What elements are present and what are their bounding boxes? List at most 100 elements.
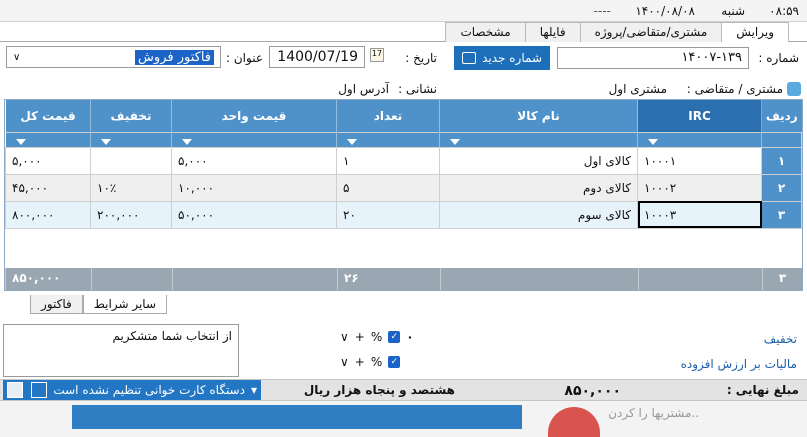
calculator-icon	[462, 52, 477, 64]
card-reader-icon	[31, 382, 48, 398]
footer-row-count: ۳	[762, 268, 802, 290]
title-label: عنوان :	[226, 51, 263, 65]
items-grid: ردیف IRC نام کالا تعداد قیمت واحد تخفیف …	[4, 99, 803, 291]
row-number[interactable]: ۲	[761, 173, 802, 202]
checkbox-checked-icon[interactable]: ✓	[388, 356, 401, 368]
cell-total[interactable]: ۴۵,۰۰۰	[5, 173, 91, 202]
cell-discount[interactable]: ۱۰٪	[90, 173, 172, 202]
cell-unit-price[interactable]: ۱۰,۰۰۰	[171, 173, 337, 202]
grid-footer: ۳ ۲۶ ۸۵۰,۰۰۰	[5, 268, 802, 290]
tab-customer-project[interactable]: مشتری/متقاضی/پروژه	[579, 22, 723, 42]
vat-controls: ∨ + % ✓	[340, 355, 401, 369]
cell-irc[interactable]: ۱۰۰۰۱	[637, 146, 762, 175]
new-number-label: شماره جدید	[482, 51, 542, 65]
filter-icon[interactable]	[450, 138, 460, 145]
table-row[interactable]: ۲ ۱۰۰۰۲ کالای دوم ۵ ۱۰,۰۰۰ ۱۰٪ ۴۵,۰۰۰	[5, 173, 802, 202]
filter-cell[interactable]	[439, 131, 638, 148]
col-name[interactable]: نام کالا	[439, 100, 638, 132]
table-row[interactable]: ۳ ۱۰۰۰۳ کالای سوم ۲۰ ۵۰,۰۰۰ ۲۰۰,۰۰۰ ۸۰۰,…	[5, 200, 802, 229]
filter-icon[interactable]	[182, 138, 192, 145]
footer-cell	[440, 268, 638, 290]
status-placeholder: ----	[593, 4, 611, 18]
footer-grand-total: ۸۵۰,۰۰۰	[5, 268, 91, 290]
chevron-down-icon[interactable]: ∨	[340, 330, 349, 344]
checkbox-checked-icon[interactable]: ✓	[388, 331, 401, 343]
cell-name[interactable]: کالای سوم	[439, 200, 638, 229]
col-row[interactable]: ردیف	[761, 100, 802, 132]
row-number[interactable]: ۳	[761, 200, 802, 229]
final-amount-label: مبلغ نهایی :	[726, 383, 799, 397]
sub-tabs: سایر شرایط فاکتور	[30, 295, 167, 314]
cell-qty[interactable]: ۵	[336, 173, 440, 202]
tab-details[interactable]: مشخصات	[445, 22, 526, 42]
cell-discount[interactable]	[90, 146, 172, 175]
filter-cell[interactable]	[5, 131, 91, 148]
items-table: ردیف IRC نام کالا تعداد قیمت واحد تخفیف …	[5, 100, 802, 229]
notes-field[interactable]: از انتخاب شما متشکریم	[3, 324, 239, 377]
hint-text: ..مشتریها را کردن	[608, 406, 699, 420]
footer-cell	[172, 268, 337, 290]
bottom-strip: ..مشتریها را کردن	[0, 401, 807, 437]
final-amount-value: ۸۵۰,۰۰۰	[564, 383, 621, 399]
cell-qty[interactable]: ۲۰	[336, 200, 440, 229]
row-number[interactable]: ۱	[761, 146, 802, 175]
adjustment-labels: تخفیف مالیات بر ارزش افزوده	[593, 324, 803, 377]
cell-unit-price[interactable]: ۵,۰۰۰	[171, 146, 337, 175]
col-total[interactable]: قیمت کل	[5, 100, 91, 132]
tab-other-terms[interactable]: سایر شرایط	[82, 295, 167, 314]
percent-label: %	[370, 330, 383, 344]
cell-discount[interactable]: ۲۰۰,۰۰۰	[90, 200, 172, 229]
customers-icon[interactable]	[787, 82, 801, 96]
col-qty[interactable]: تعداد	[336, 100, 440, 132]
cell-unit-price[interactable]: ۵۰,۰۰۰	[171, 200, 337, 229]
cell-total[interactable]: ۵,۰۰۰	[5, 146, 91, 175]
main-tabs: ویرایش مشتری/متقاضی/پروژه فایلها مشخصات	[0, 22, 807, 42]
filter-icon[interactable]	[648, 138, 658, 145]
table-header: ردیف IRC نام کالا تعداد قیمت واحد تخفیف …	[5, 100, 802, 132]
col-discount[interactable]: تخفیف	[90, 100, 172, 132]
cell-qty[interactable]: ۱	[336, 146, 440, 175]
chevron-down-icon[interactable]: ∨	[340, 355, 349, 369]
adjustments-panel: ∨ + % ✓ ۰ ∨ + % ✓	[242, 324, 592, 377]
filter-cell[interactable]	[90, 131, 172, 148]
tab-invoice[interactable]: فاکتور	[30, 295, 83, 314]
cell-irc[interactable]: ۱۰۰۰۳	[637, 200, 762, 229]
red-button[interactable]	[548, 407, 600, 437]
tab-edit[interactable]: ویرایش	[721, 22, 789, 42]
cell-total[interactable]: ۸۰۰,۰۰۰	[5, 200, 91, 229]
clock: ۰۸:۵۹	[769, 4, 799, 18]
col-irc[interactable]: IRC	[637, 100, 762, 132]
plus-button[interactable]: +	[355, 330, 365, 344]
col-unit-price[interactable]: قیمت واحد	[171, 100, 337, 132]
plus-button[interactable]: +	[355, 355, 365, 369]
invoice-number-field[interactable]: ۱۴۰۰۷-۱۳۹	[557, 47, 749, 69]
filter-row	[5, 131, 802, 148]
filter-cell[interactable]	[336, 131, 440, 148]
table-row[interactable]: ۱ ۱۰۰۰۱ کالای اول ۱ ۵,۰۰۰ ۵,۰۰۰	[5, 146, 802, 175]
card-reader-status[interactable]: ▾ دستگاه کارت خوانی تنظیم نشده است	[3, 380, 261, 400]
new-number-button[interactable]: شماره جدید	[454, 46, 550, 70]
action-bar[interactable]	[72, 405, 522, 429]
customer-label: مشتری / متقاضی :	[686, 82, 783, 96]
current-date: ۱۴۰۰/۰۸/۰۸	[635, 4, 695, 18]
date-field[interactable]: 1400/07/19	[269, 46, 365, 68]
chevron-down-icon[interactable]: ▾	[251, 383, 257, 397]
filter-cell[interactable]	[637, 131, 762, 148]
cell-name[interactable]: کالای اول	[439, 146, 638, 175]
footer-qty-total: ۲۶	[337, 268, 440, 290]
cell-name[interactable]: کالای دوم	[439, 173, 638, 202]
discount-value[interactable]: ۰	[406, 330, 413, 344]
percent-label: %	[370, 355, 383, 369]
title-select[interactable]: فاکتور فروش ∨	[6, 46, 221, 68]
address-label: نشانی :	[398, 82, 437, 96]
calendar-icon[interactable]: 17	[370, 48, 384, 62]
filter-icon[interactable]	[101, 138, 111, 145]
tab-files[interactable]: فایلها	[524, 22, 581, 42]
chevron-down-icon: ∨	[13, 51, 21, 63]
settings-icon[interactable]	[7, 382, 23, 398]
cell-irc[interactable]: ۱۰۰۰۲	[637, 173, 762, 202]
filter-icon[interactable]	[16, 138, 26, 145]
filter-cell[interactable]	[171, 131, 337, 148]
filter-icon[interactable]	[347, 138, 357, 145]
footer-cell	[638, 268, 762, 290]
